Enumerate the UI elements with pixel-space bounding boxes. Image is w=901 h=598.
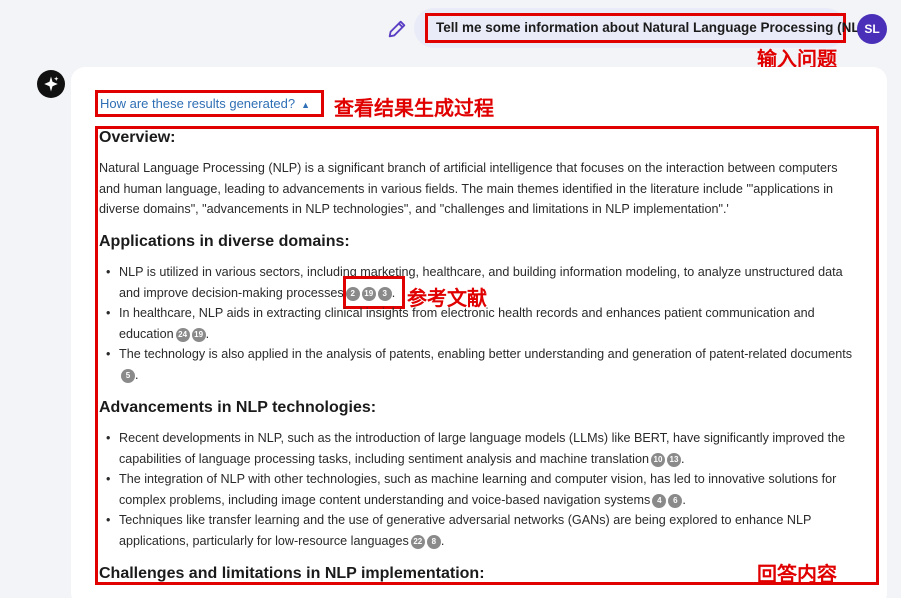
citation-badge[interactable]: 22 [410, 534, 425, 549]
list-item: • Techniques like transfer learning and … [106, 513, 812, 549]
user-question: Tell me some information about Natural L… [425, 13, 877, 43]
section-title-applications: Applications in diverse domains: [99, 233, 350, 250]
caret-up-icon: ▲ [301, 100, 311, 110]
citation-badge[interactable]: 19 [191, 327, 206, 342]
list-item: • NLP is utilized in various sectors, in… [106, 265, 843, 301]
overview-text: Natural Language Processing (NLP) is a s… [99, 161, 838, 217]
how-link-label: How are these results generated? [100, 96, 296, 111]
citation-badge[interactable]: 5 [121, 368, 135, 383]
how-results-generated-link[interactable]: How are these results generated? ▲ [95, 90, 324, 117]
citation-badge[interactable]: 24 [175, 327, 190, 342]
citation-badge[interactable]: 10 [650, 452, 665, 467]
list-item: • In healthcare, NLP aids in extracting … [106, 306, 815, 342]
citation-badge[interactable]: 13 [666, 452, 681, 467]
section-title-challenges: Challenges and limitations in NLP implem… [99, 565, 485, 582]
user-message-row: Tell me some information about Natural L… [0, 8, 901, 48]
sparkle-icon [37, 70, 65, 98]
list-item: • The technology is also applied in the … [106, 347, 853, 383]
list-item: • Recent developments in NLP, such as th… [106, 431, 846, 467]
citation-badge[interactable]: 8 [426, 534, 441, 549]
overview-title: Overview: [99, 129, 176, 146]
citation-badge[interactable]: 6 [668, 493, 683, 508]
pencil-icon[interactable] [386, 18, 408, 40]
section-title-advancements: Advancements in NLP technologies: [99, 399, 377, 416]
avatar[interactable]: SL [857, 14, 887, 44]
citation-badge[interactable]: 4 [652, 493, 667, 508]
annotation-answer: 回答内容 [757, 562, 837, 586]
annotation-process: 查看结果生成过程 [334, 96, 494, 120]
list-item: • The integration of NLP with other tech… [106, 472, 837, 508]
